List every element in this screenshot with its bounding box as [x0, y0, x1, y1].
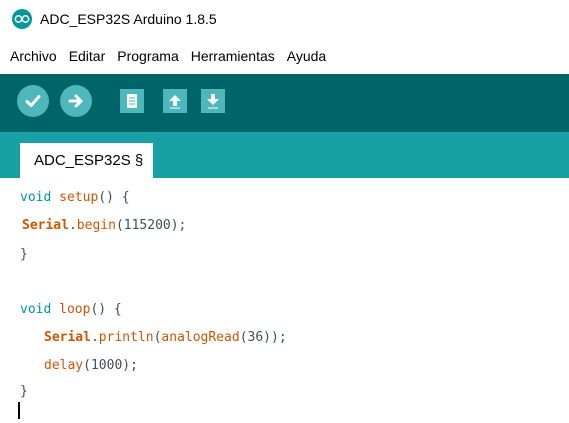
function-name: setup	[59, 190, 99, 205]
toolbar	[0, 74, 569, 132]
menu-programa[interactable]: Programa	[117, 48, 184, 64]
function-name: println	[98, 330, 154, 345]
arrow-up-icon	[169, 95, 181, 109]
verify-button[interactable]	[17, 85, 49, 117]
code-editor[interactable]: void setup() { Serial.begin(115200); } v…	[0, 178, 569, 423]
class-name: Serial	[44, 330, 91, 345]
code-text: () {	[90, 302, 122, 317]
code-text: () {	[98, 190, 130, 205]
code-line-3: }	[20, 247, 28, 262]
tab-adc-esp32s[interactable]: ADC_ESP32S §	[20, 143, 154, 178]
function-name: delay	[44, 358, 84, 373]
function-name: begin	[76, 218, 116, 233]
arduino-logo-icon	[12, 9, 32, 29]
arrow-right-icon	[68, 94, 83, 108]
function-name: analogRead	[161, 330, 240, 345]
code-text: (36));	[239, 330, 287, 345]
open-button[interactable]	[163, 89, 187, 113]
code-line-2: Serial.begin(115200);	[22, 218, 186, 233]
keyword: void	[20, 190, 52, 205]
check-icon	[25, 95, 41, 107]
keyword: void	[20, 302, 52, 317]
code-line-1: void setup() {	[20, 190, 130, 205]
tab-bar: ADC_ESP32S §	[0, 132, 569, 178]
new-sketch-button[interactable]	[120, 89, 144, 113]
code-text: (115200);	[115, 218, 187, 233]
save-button[interactable]	[201, 89, 225, 113]
menu-herramientas[interactable]: Herramientas	[191, 48, 281, 64]
class-name: Serial	[22, 218, 69, 233]
menu-ayuda[interactable]: Ayuda	[287, 48, 332, 64]
menu-archivo[interactable]: Archivo	[10, 48, 63, 64]
code-line-6: Serial.println(analogRead(36));	[44, 330, 287, 345]
upload-button[interactable]	[60, 85, 92, 117]
arrow-down-icon	[207, 94, 219, 109]
code-text: (1000);	[83, 358, 138, 373]
menu-bar: Archivo Editar Programa Herramientas Ayu…	[0, 38, 569, 74]
menu-editar[interactable]: Editar	[69, 48, 112, 64]
code-line-5: void loop() {	[20, 302, 122, 317]
code-text: .	[90, 330, 99, 345]
code-line-8: }	[20, 384, 28, 399]
code-text: .	[68, 218, 77, 233]
function-name: loop	[59, 302, 91, 317]
text-cursor	[18, 402, 20, 419]
new-file-icon	[127, 94, 137, 108]
window-title: ADC_ESP32S Arduino 1.8.5	[40, 11, 217, 27]
code-line-7: delay(1000);	[44, 358, 138, 373]
title-bar: ADC_ESP32S Arduino 1.8.5	[0, 0, 569, 38]
